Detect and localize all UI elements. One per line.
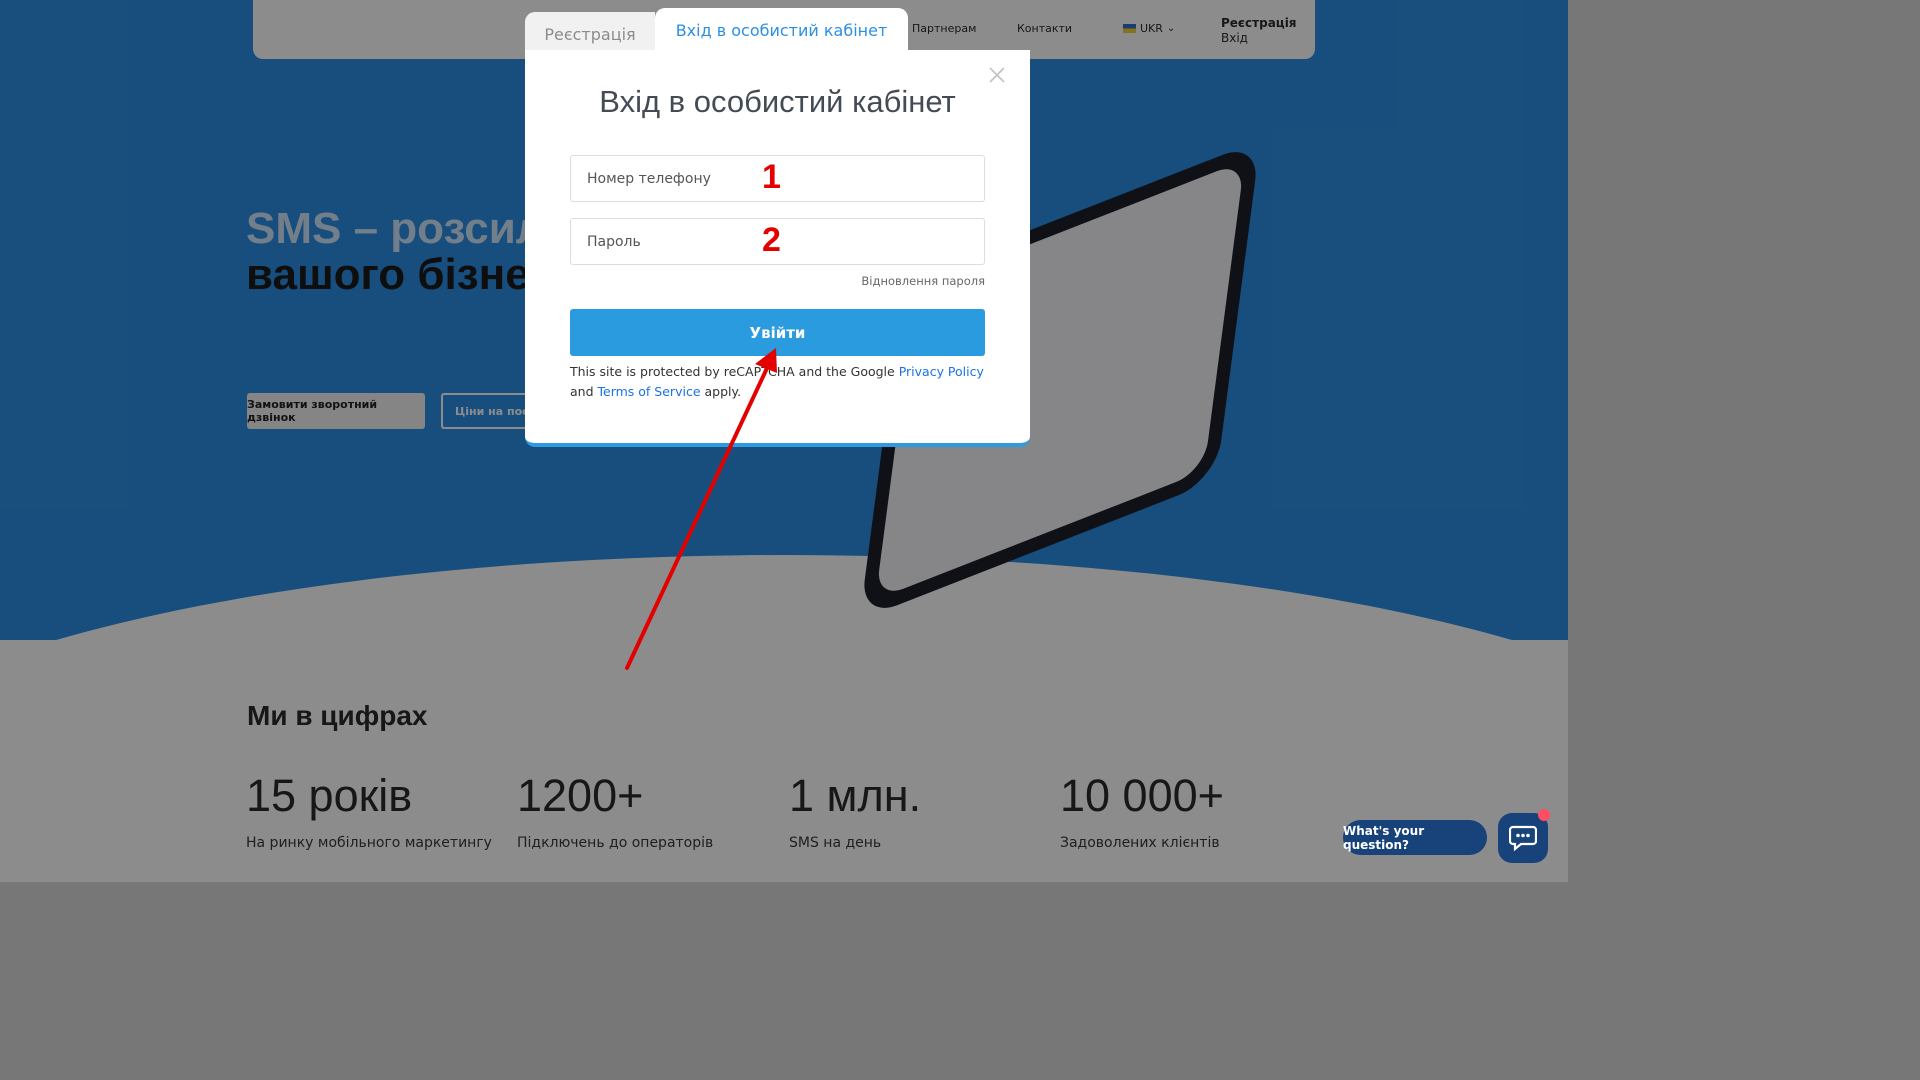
chat-icon [1509, 825, 1537, 851]
login-submit-button[interactable]: Увійти [570, 309, 985, 356]
annotation-number-2: 2 [762, 221, 781, 259]
annotation-number-1: 1 [762, 158, 781, 196]
privacy-policy-link[interactable]: Privacy Policy [899, 364, 984, 379]
recaptcha-text: This site is protected by reCAPTCHA and … [570, 364, 899, 379]
chat-open-button[interactable] [1498, 813, 1548, 863]
recaptcha-notice: This site is protected by reCAPTCHA and … [570, 362, 990, 402]
forgot-password-link[interactable]: Відновлення пароля [825, 274, 985, 288]
chat-question-bubble[interactable]: What's your question? [1343, 820, 1487, 855]
close-icon[interactable] [987, 65, 1007, 85]
recaptcha-apply: apply. [700, 384, 742, 399]
tab-registration[interactable]: Реєстрація [525, 12, 655, 52]
tab-login[interactable]: Вхід в особистий кабінет [655, 8, 908, 52]
modal-title: Вхід в особистий кабінет [599, 84, 956, 119]
recaptcha-and: and [570, 384, 598, 399]
chat-notification-dot [1538, 809, 1550, 821]
terms-of-service-link[interactable]: Terms of Service [598, 384, 701, 399]
